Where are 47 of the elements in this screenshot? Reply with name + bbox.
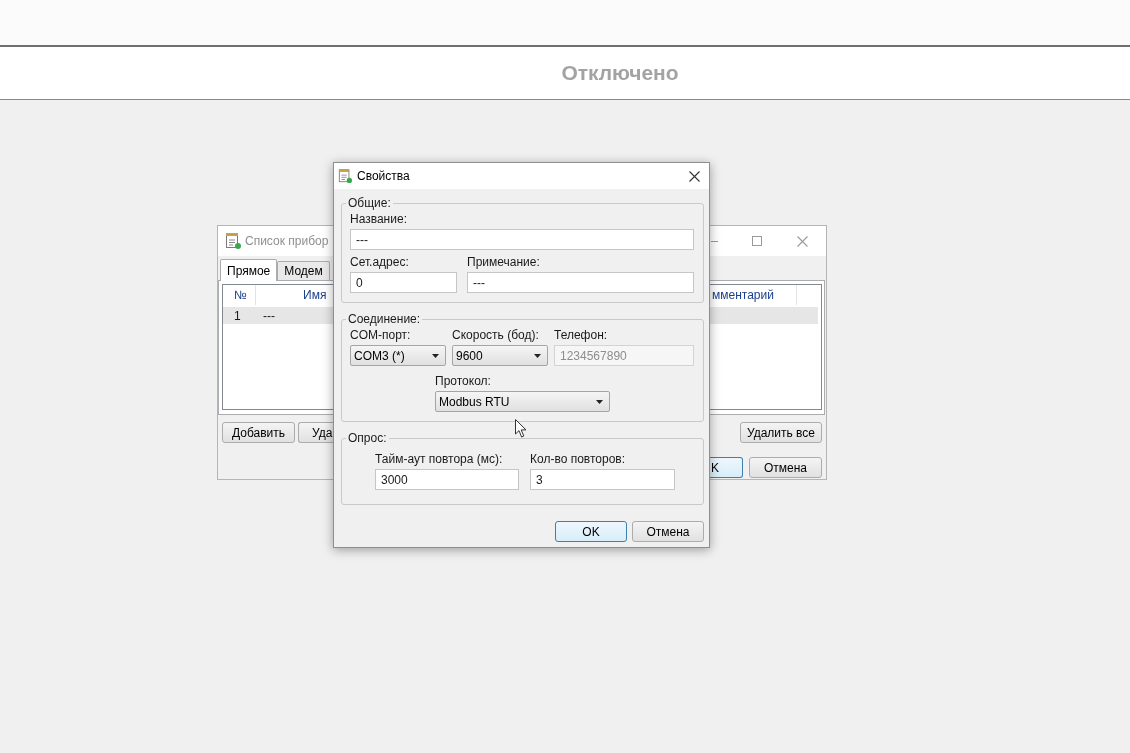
field-label: Телефон: bbox=[554, 328, 609, 342]
text-field[interactable]: 3000 bbox=[375, 469, 519, 490]
list-button[interactable]: Уда bbox=[298, 422, 333, 443]
dialog-button[interactable]: K bbox=[710, 457, 743, 478]
field-label: COM-порт: bbox=[350, 328, 412, 342]
table-row[interactable]: 1 --- bbox=[223, 307, 333, 324]
group-title: Опрос: bbox=[347, 431, 388, 445]
tab[interactable]: Модем bbox=[277, 261, 330, 280]
mouse-pointer-icon bbox=[515, 419, 527, 438]
group-title: Общие: bbox=[347, 196, 392, 210]
window-title: Список прибор bbox=[245, 234, 329, 248]
field-label: Сет.адрес: bbox=[350, 255, 410, 269]
dropdown[interactable]: COM3 (*) bbox=[350, 345, 446, 366]
dialog-button[interactable]: Отмена bbox=[632, 521, 704, 542]
table-cell-text: --- bbox=[262, 308, 275, 323]
caret-icon bbox=[534, 353, 541, 358]
caret-icon bbox=[596, 399, 603, 404]
dropdown[interactable]: Modbus RTU bbox=[435, 391, 610, 412]
caret-icon bbox=[432, 353, 439, 358]
status-label: Отключено bbox=[561, 61, 679, 85]
text-field[interactable]: 3 bbox=[530, 469, 675, 490]
text-field[interactable]: 0 bbox=[350, 272, 457, 293]
column-header: Имя bbox=[302, 287, 327, 304]
text-field[interactable]: --- bbox=[467, 272, 694, 293]
list-button[interactable]: Добавить bbox=[222, 422, 295, 443]
minimize-icon[interactable] bbox=[711, 240, 718, 242]
maximize-icon[interactable] bbox=[752, 236, 762, 246]
field-label: Скорость (бод): bbox=[452, 328, 540, 342]
dropdown[interactable]: 9600 bbox=[452, 345, 548, 366]
group-title: Соединение: bbox=[347, 312, 422, 326]
tab[interactable]: Прямое bbox=[220, 259, 278, 281]
dialog-button[interactable]: Отмена bbox=[749, 457, 822, 478]
field-label: Кол-во повторов: bbox=[530, 452, 627, 466]
field-label: Протокол: bbox=[435, 374, 492, 388]
table-cell-text: 1 bbox=[233, 308, 242, 323]
field-label: Название: bbox=[350, 212, 408, 226]
column-header: мментарий bbox=[710, 285, 797, 305]
document-icon bbox=[338, 169, 352, 183]
text-field[interactable]: --- bbox=[350, 229, 694, 250]
list-button[interactable]: Удалить все bbox=[740, 422, 822, 443]
document-icon bbox=[225, 233, 241, 249]
close-icon[interactable] bbox=[689, 170, 700, 182]
column-header: № bbox=[223, 285, 256, 305]
field-label: Тайм-аут повтора (мс): bbox=[375, 452, 504, 466]
field-label: Примечание: bbox=[467, 255, 541, 269]
dialog-button[interactable]: OK bbox=[555, 521, 627, 542]
dialog-title: Свойства bbox=[357, 169, 410, 183]
